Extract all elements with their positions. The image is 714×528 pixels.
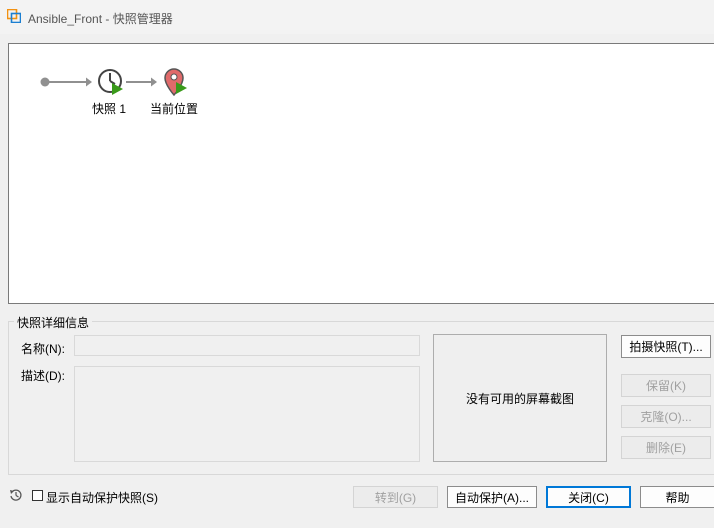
name-label: 名称(N): xyxy=(21,342,65,356)
tree-node-snapshot-1[interactable]: 快照 1 xyxy=(92,100,126,117)
show-autoprotect-label[interactable]: 显示自动保护快照(S) xyxy=(46,489,158,506)
delete-button[interactable]: 删除(E) xyxy=(621,436,711,459)
tree-node-current-position[interactable]: 当前位置 xyxy=(150,100,198,117)
screenshot-placeholder-text: 没有可用的屏幕截图 xyxy=(465,391,574,406)
goto-button[interactable]: 转到(G) xyxy=(353,486,438,508)
autoprotect-button[interactable]: 自动保护(A)... xyxy=(447,486,537,508)
screenshot-preview: 没有可用的屏幕截图 xyxy=(433,334,607,462)
window-title: Ansible_Front - 快照管理器 xyxy=(28,12,173,26)
description-field[interactable] xyxy=(74,366,420,462)
help-button[interactable]: 帮助 xyxy=(640,486,714,508)
name-value xyxy=(75,338,78,352)
take-snapshot-button[interactable]: 拍摄快照(T)... xyxy=(621,335,711,358)
details-group-title: 快照详细信息 xyxy=(14,314,93,331)
clock-snapshot-icon xyxy=(98,69,123,95)
keep-button[interactable]: 保留(K) xyxy=(621,374,711,397)
clone-button[interactable]: 克隆(O)... xyxy=(621,405,711,428)
vmware-app-icon xyxy=(7,9,21,23)
history-icon xyxy=(10,489,22,501)
snapshot-tree-graph xyxy=(40,68,187,97)
root-dot-icon xyxy=(40,77,50,87)
close-button[interactable]: 关闭(C) xyxy=(546,486,631,508)
show-autoprotect-checkbox[interactable] xyxy=(32,490,43,501)
description-label: 描述(D): xyxy=(21,369,65,383)
description-value xyxy=(75,367,78,381)
location-pin-icon xyxy=(164,68,187,97)
name-field[interactable] xyxy=(74,335,420,356)
